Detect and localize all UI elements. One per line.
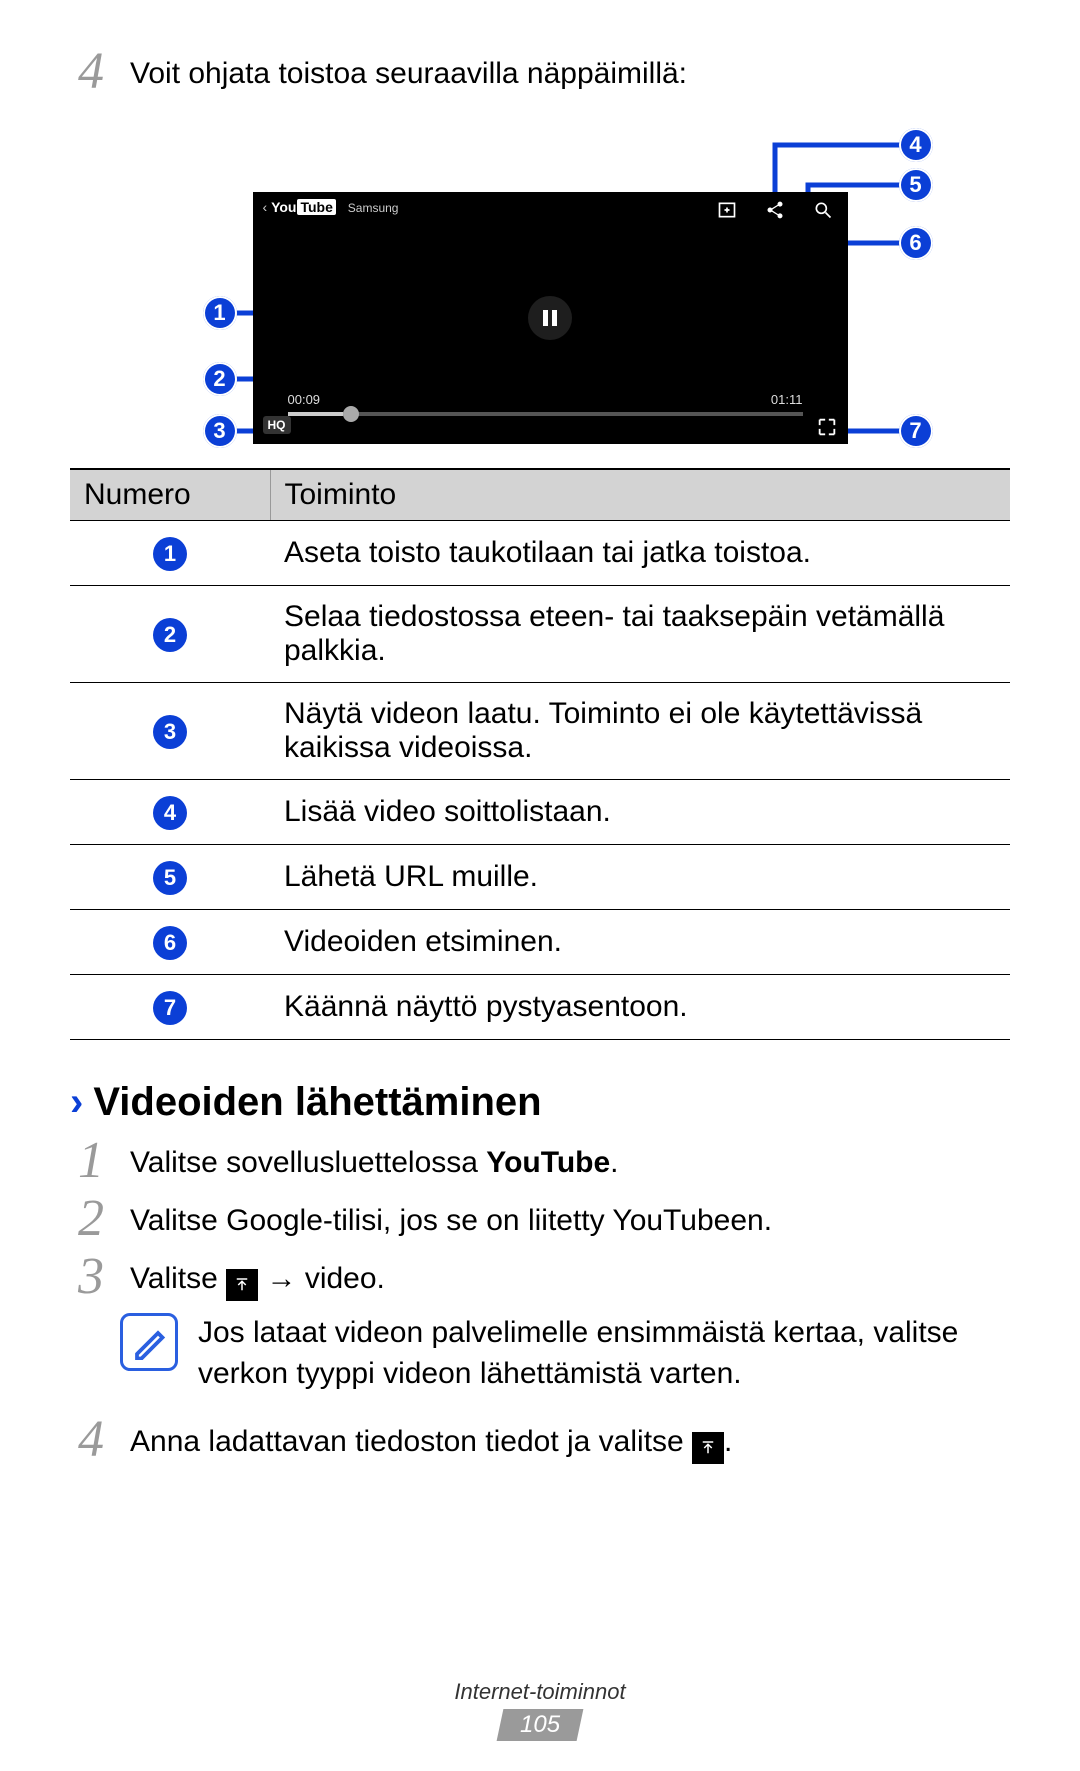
number-badge: 7 [153, 991, 187, 1025]
time-readout: 00:09 01:11 [288, 392, 803, 412]
table-row: 2 Selaa tiedostossa eteen- tai taaksepäin… [70, 586, 1010, 683]
callout-5: 5 [899, 168, 933, 202]
callout-2: 2 [203, 362, 237, 396]
page-number: 105 [497, 1709, 584, 1741]
table-row: 7 Käännä näyttö pystyasentoon. [70, 975, 1010, 1040]
step-text: Valitse → video. [130, 1251, 1010, 1301]
table-row: 6 Videoiden etsiminen. [70, 910, 1010, 975]
callout-1: 1 [203, 296, 237, 330]
step-number: 1 [70, 1135, 112, 1187]
table-header-number: Numero [70, 469, 270, 521]
page-footer: Internet-toiminnot 105 [0, 1679, 1080, 1741]
step-text: Valitse sovellusluettelossa YouTube. [130, 1135, 1010, 1184]
table-cell-number: 7 [70, 975, 270, 1040]
table-cell-number: 2 [70, 586, 270, 683]
youtube-player-screenshot: ‹ YouTube Samsung [253, 192, 848, 444]
chevron-right-icon: › [70, 1080, 83, 1125]
upload-icon [226, 1269, 258, 1301]
table-cell-function: Lähetä URL muille. [270, 845, 1010, 910]
youtube-controls-figure: ‹ YouTube Samsung [148, 128, 933, 448]
table-cell-function: Selaa tiedostossa eteen- tai taaksepäin … [270, 586, 1010, 683]
table-row: 4 Lisää video soittolistaan. [70, 780, 1010, 845]
player-top-bar: ‹ YouTube Samsung [263, 198, 838, 224]
callout-6: 6 [899, 226, 933, 260]
note-text: Jos lataat videon palvelimelle ensimmäis… [198, 1313, 1010, 1394]
callout-4: 4 [899, 128, 933, 162]
hq-badge[interactable]: HQ [263, 416, 291, 434]
share-icon[interactable] [765, 200, 785, 220]
upload-step-1: 1 Valitse sovellusluettelossa YouTube. [70, 1135, 1010, 1187]
upload-icon [692, 1432, 724, 1464]
upload-step-3: 3 Valitse → video. [70, 1251, 1010, 1303]
table-header-function: Toiminto [270, 469, 1010, 521]
table-cell-function: Videoiden etsiminen. [270, 910, 1010, 975]
step-number: 3 [70, 1251, 112, 1303]
seek-thumb[interactable] [343, 406, 359, 422]
table-cell-number: 1 [70, 521, 270, 586]
table-cell-function: Aseta toisto taukotilaan tai jatka toist… [270, 521, 1010, 586]
footer-category: Internet-toiminnot [0, 1679, 1080, 1705]
upload-note: Jos lataat videon palvelimelle ensimmäis… [120, 1313, 1010, 1394]
section-heading-upload: › Videoiden lähettäminen [70, 1080, 1010, 1125]
number-badge: 5 [153, 861, 187, 895]
table-row: 5 Lähetä URL muille. [70, 845, 1010, 910]
play-pause-button[interactable] [528, 296, 572, 340]
step-number: 2 [70, 1193, 112, 1245]
table-row: 1 Aseta toisto taukotilaan tai jatka tois… [70, 521, 1010, 586]
number-badge: 2 [153, 618, 187, 652]
number-badge: 3 [153, 715, 187, 749]
time-total: 01:11 [771, 392, 803, 407]
search-icon[interactable] [813, 200, 833, 220]
seek-bar[interactable] [288, 412, 803, 416]
table-cell-number: 4 [70, 780, 270, 845]
table-row: 3 Näytä videon laatu. Toiminto ei ole käy… [70, 683, 1010, 780]
number-badge: 1 [153, 537, 187, 571]
number-badge: 4 [153, 796, 187, 830]
youtube-logo: ‹ YouTube Samsung [263, 199, 399, 215]
step-4-controls: 4 Voit ohjata toistoa seuraavilla näppäi… [70, 46, 1010, 98]
rotate-screen-icon[interactable] [816, 416, 838, 438]
step-text: Anna ladattavan tiedoston tiedot ja vali… [130, 1414, 1010, 1464]
table-cell-function: Käännä näyttö pystyasentoon. [270, 975, 1010, 1040]
callout-7: 7 [899, 414, 933, 448]
section-title: Videoiden lähettäminen [93, 1080, 541, 1125]
step-number: 4 [70, 46, 112, 98]
number-badge: 6 [153, 926, 187, 960]
table-cell-number: 5 [70, 845, 270, 910]
upload-step-4: 4 Anna ladattavan tiedoston tiedot ja va… [70, 1414, 1010, 1466]
note-icon [120, 1313, 178, 1371]
callout-3: 3 [203, 414, 237, 448]
table-cell-function: Näytä videon laatu. Toiminto ei ole käyt… [270, 683, 1010, 780]
table-cell-number: 6 [70, 910, 270, 975]
add-to-playlist-icon[interactable] [717, 200, 737, 220]
table-cell-number: 3 [70, 683, 270, 780]
step-number: 4 [70, 1414, 112, 1466]
step-text: Voit ohjata toistoa seuraavilla näppäimi… [130, 46, 1010, 95]
controls-table: Numero Toiminto 1 Aseta toisto taukotilaa… [70, 468, 1010, 1040]
upload-step-2: 2 Valitse Google-tilisi, jos se on liite… [70, 1193, 1010, 1245]
time-current: 00:09 [288, 392, 321, 407]
step-text: Valitse Google-tilisi, jos se on liitett… [130, 1193, 1010, 1242]
table-cell-function: Lisää video soittolistaan. [270, 780, 1010, 845]
